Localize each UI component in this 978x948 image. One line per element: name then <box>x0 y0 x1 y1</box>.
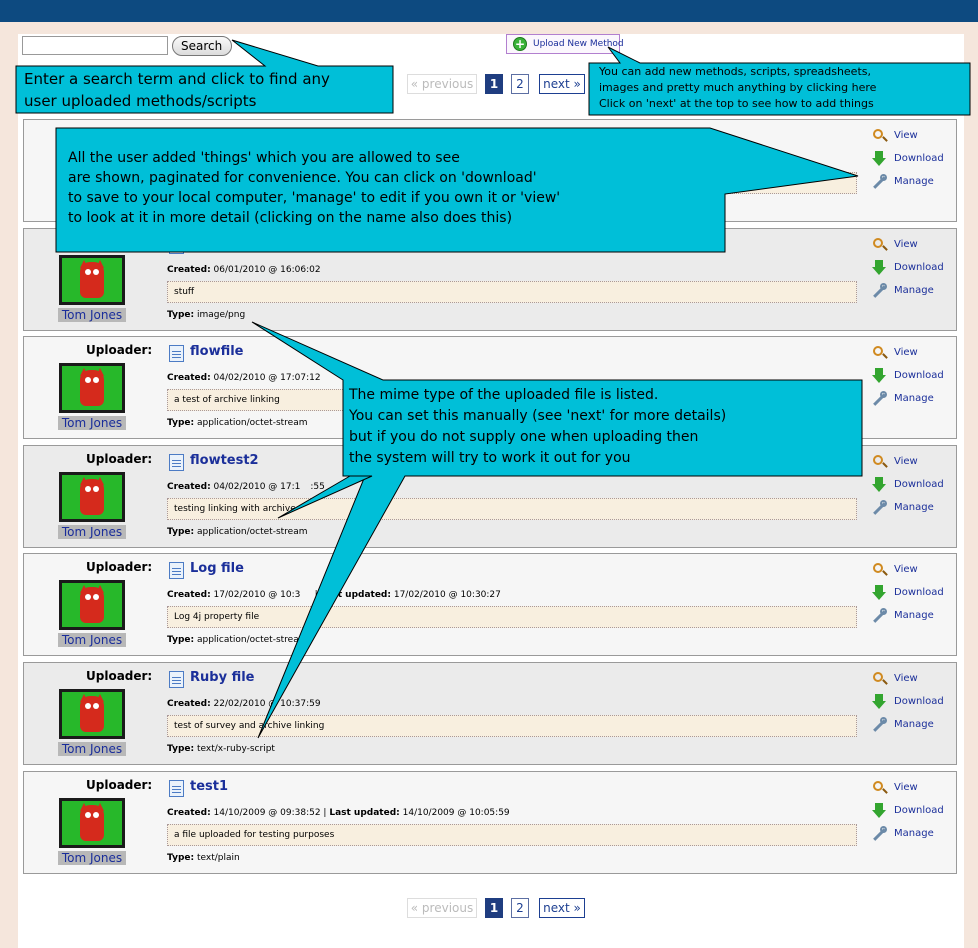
upload-callout-line: Click on 'next' at the top to see how to… <box>599 97 874 110</box>
list-callout-text: All the user added 'things' which you ar… <box>68 148 560 228</box>
tutorial-callouts <box>15 39 971 739</box>
search-callout-text: Enter a search term and click to find an… <box>24 68 330 112</box>
mime-callout-line: The mime type of the uploaded file is li… <box>349 387 659 403</box>
search-callout-line: user uploaded methods/scripts <box>24 92 257 110</box>
list-callout-line: All the user added 'things' which you ar… <box>68 150 460 166</box>
upload-callout-text: You can add new methods, scripts, spread… <box>599 64 876 112</box>
mime-callout-text: The mime type of the uploaded file is li… <box>349 385 726 469</box>
upload-callout-line: images and pretty much anything by click… <box>599 81 877 94</box>
search-callout-line: Enter a search term and click to find an… <box>24 70 330 88</box>
list-callout-line: are shown, paginated for convenience. Yo… <box>68 170 537 186</box>
mime-callout-line: but if you do not supply one when upload… <box>349 429 699 445</box>
upload-callout-line: You can add new methods, scripts, spread… <box>599 65 871 78</box>
mime-callout-line: the system will try to work it out for y… <box>349 450 631 466</box>
list-callout-line: to save to your local computer, 'manage'… <box>68 190 561 206</box>
mime-callout-line: You can set this manually (see 'next' fo… <box>349 408 727 424</box>
list-callout-line: to look at it in more detail (clicking o… <box>68 210 513 226</box>
